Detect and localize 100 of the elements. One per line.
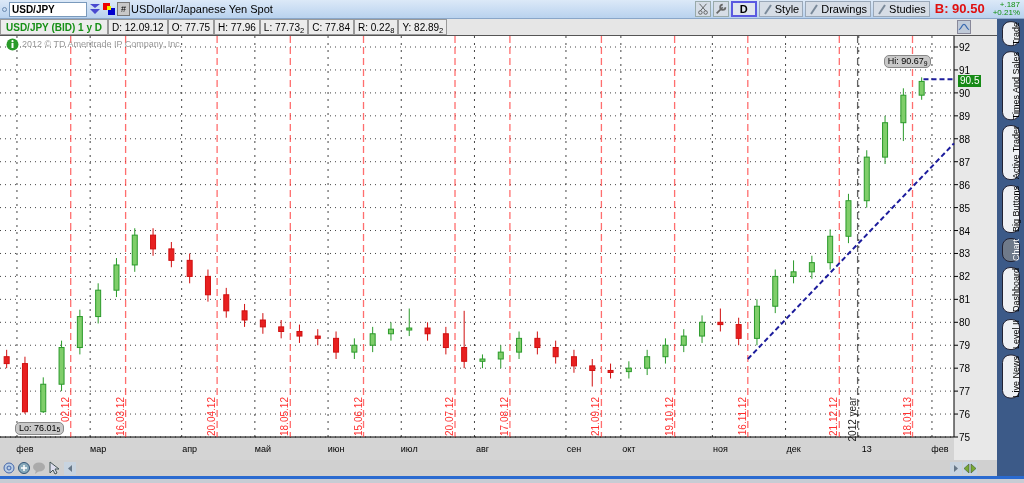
month-label: дек (786, 444, 801, 454)
date-marker-label: 18.01.13 (901, 397, 913, 436)
side-tab[interactable]: Trade (1001, 21, 1020, 47)
month-label: авг (475, 444, 489, 454)
candlestick (95, 282, 102, 324)
candlestick (570, 349, 577, 374)
month-label: июл (400, 444, 418, 454)
candlestick (333, 330, 340, 360)
scissors-icon[interactable] (694, 1, 711, 17)
toolbar-button[interactable]: Drawings (805, 1, 872, 17)
candlestick (735, 317, 742, 346)
month-label: май (254, 444, 271, 454)
axis-tick-label: 84 (959, 225, 971, 237)
candlestick (278, 319, 285, 339)
month-label: апр (182, 444, 198, 454)
candlestick (534, 330, 541, 355)
candlestick (369, 326, 376, 353)
wrench-icon[interactable] (712, 1, 729, 17)
month-label: сен (566, 444, 582, 454)
candlestick (314, 328, 321, 346)
pencil-icon (877, 3, 888, 15)
candlestick (845, 193, 852, 244)
pencil-icon (809, 3, 820, 15)
bid-price: B: 90.50 (934, 0, 985, 19)
axis-tick-label: 76 (959, 409, 971, 421)
symbol-description: USDollar/Japanese Yen Spot (131, 1, 273, 17)
color-squares-icon[interactable] (103, 3, 115, 15)
candlestick (753, 298, 760, 346)
side-tab[interactable]: Live News (1001, 354, 1020, 399)
date-marker-label: 16.11.12 (736, 397, 748, 436)
side-tab[interactable]: Chart (1001, 238, 1020, 263)
month-label: 13 (861, 444, 872, 454)
percent-change: +0.21% (992, 9, 1020, 17)
candlestick (168, 241, 175, 268)
axis-tick-label: 86 (959, 179, 971, 191)
candlestick (113, 257, 120, 298)
info-icon[interactable] (6, 38, 19, 52)
dropdown-arrow-icon[interactable] (89, 3, 101, 15)
date-marker-label: 02.12 (59, 397, 71, 423)
price-tag: 90.5 (958, 75, 982, 88)
info-field: L: 77.73$_{2}$ (259, 19, 309, 35)
pan-arrows-icon[interactable] (963, 461, 977, 475)
candlestick (863, 149, 870, 209)
candlestick (21, 356, 28, 415)
axis-tick-label: 80 (959, 317, 971, 329)
chart-title: USD/JPY (BID) 1 y D (0, 19, 108, 35)
date-marker-label: 16.03.12 (114, 397, 126, 436)
aggregation-button[interactable]: D (730, 1, 757, 17)
info-field: O: 77.75 (167, 19, 215, 35)
candlestick (150, 227, 157, 257)
candlestick (387, 321, 394, 342)
side-tab[interactable]: Active Trader (1001, 125, 1020, 181)
symbol-field[interactable]: USD/JPY (9, 1, 87, 17)
candlestick (479, 353, 486, 369)
axis-tick-label: 79 (959, 340, 971, 352)
candlestick (76, 309, 83, 355)
scroll-right-icon[interactable] (950, 461, 962, 475)
candlestick (131, 227, 138, 273)
candlestick (625, 360, 632, 379)
chart-style-icon[interactable] (957, 20, 971, 34)
candlestick (790, 259, 797, 284)
date-marker-label: 21.12.12 (828, 397, 840, 436)
candlestick (223, 287, 230, 319)
axis-tick-label: 82 (959, 271, 971, 283)
price-change: +.187 (999, 1, 1020, 9)
info-field: R: 0.22$_{8}$ (354, 19, 399, 35)
high-price-callout: Hi: 90.67$_{9}$ (883, 55, 932, 69)
toolbar-button[interactable]: Style (758, 1, 804, 17)
info-field: H: 77.96 (214, 19, 260, 35)
link-button[interactable]: # (117, 2, 130, 16)
candlestick (497, 344, 504, 369)
candlestick (58, 340, 65, 392)
candlestick (699, 314, 706, 344)
candlestick (296, 324, 303, 344)
cursor-icon[interactable] (47, 461, 61, 475)
side-tab[interactable]: Dashboard (1001, 267, 1020, 314)
candlestick (717, 308, 724, 332)
side-tab[interactable]: Level II (1001, 318, 1020, 350)
candlestick (241, 303, 248, 328)
axis-tick-label: 91 (959, 64, 971, 76)
axis-tick-label: 88 (959, 133, 971, 145)
toolbar-button[interactable]: Studies (873, 1, 930, 17)
candlestick (3, 349, 10, 369)
candlestick (772, 269, 779, 314)
month-label: мар (90, 444, 107, 454)
candlestick (516, 330, 523, 360)
axis-tick-label: 75 (959, 432, 971, 443)
zoom-in-icon[interactable] (17, 461, 31, 475)
candlestick (808, 255, 815, 280)
axis-tick-label: 77 (959, 386, 971, 398)
axis-tick-label: 85 (959, 202, 971, 214)
side-tab[interactable]: Times And Sales (1001, 51, 1020, 121)
candlestick (589, 358, 596, 388)
axis-tick-label: 81 (959, 294, 971, 306)
axis-tick-label: 78 (959, 363, 971, 375)
side-tab[interactable]: Big Buttons (1001, 185, 1020, 234)
date-marker-label: 19.10.12 (663, 397, 675, 436)
axis-tick-label: 90 (959, 87, 971, 99)
candlestick (607, 363, 614, 379)
crosshair-icon[interactable] (2, 461, 16, 475)
